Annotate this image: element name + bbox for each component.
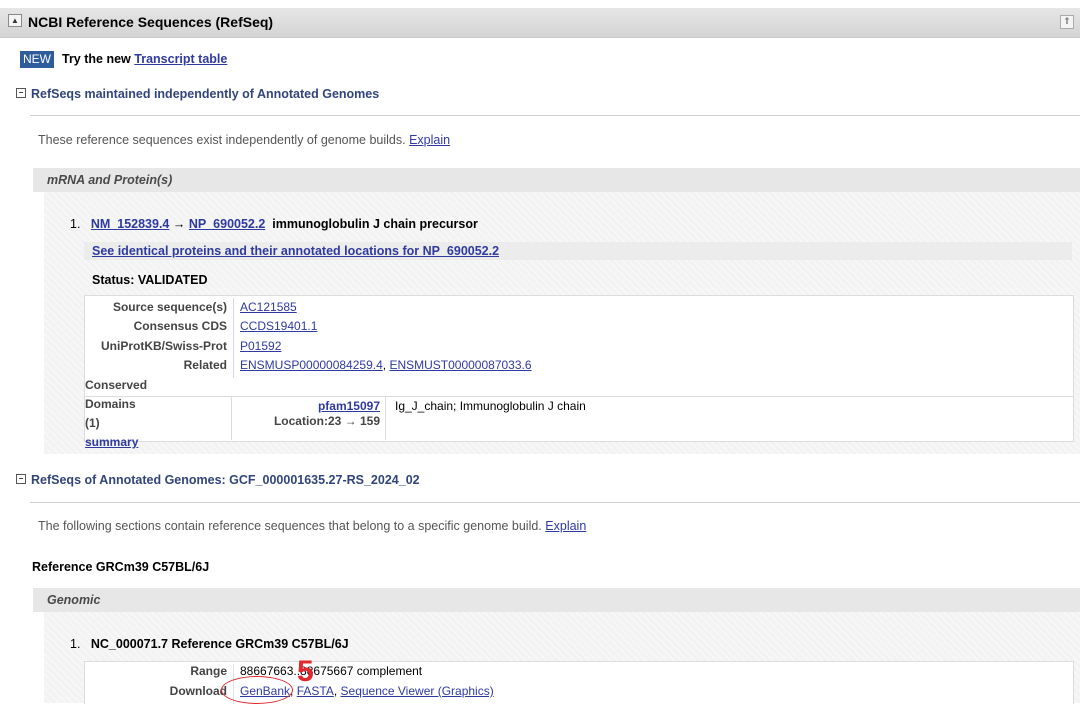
nm-accession-link[interactable]: NM_152839.4 <box>91 217 170 231</box>
row-label: UniProtKB/Swiss-Prot <box>100 339 227 353</box>
domain-cell: pfam15097 Location:23 → 159 <box>233 399 380 429</box>
ccds-link[interactable]: CCDS19401.1 <box>240 319 317 333</box>
ensembl-transcript-link[interactable]: ENSMUST00000087033.6 <box>389 358 531 372</box>
genomic-item-title: 1. NC_000071.7 Reference GRCm39 C57BL/6J <box>70 637 349 651</box>
section-description: The following sections contain reference… <box>38 519 586 533</box>
mrna-protein-subheader: mRNA and Protein(s) <box>33 168 1080 192</box>
conserved-domains-label: Conserved Domains (1) summary <box>85 376 147 452</box>
genomic-subheader: Genomic <box>33 588 1080 612</box>
row-label: Related <box>183 358 227 372</box>
section-description: These reference sequences exist independ… <box>38 133 450 147</box>
divider <box>85 396 1073 397</box>
arrow-icon: → <box>172 217 186 231</box>
uniprot-link[interactable]: P01592 <box>240 339 281 353</box>
domain-location: Location:23 → 159 <box>273 414 380 428</box>
domain-description: Ig_J_chain; Immunoglobulin J chain <box>395 399 586 413</box>
new-badge: NEW <box>20 51 54 68</box>
source-sequence-link[interactable]: AC121585 <box>240 300 297 314</box>
ensembl-protein-link[interactable]: ENSMUSP00000084259.4 <box>240 358 383 372</box>
np-accession-link[interactable]: NP_690052.2 <box>189 217 265 231</box>
scroll-to-top-icon[interactable]: ⇑ <box>1060 15 1074 29</box>
row-label: Range <box>190 664 227 678</box>
genomic-accession: NC_000071.7 Reference GRCm39 C57BL/6J <box>90 637 349 651</box>
collapse-icon[interactable]: ▲ <box>8 14 22 27</box>
section-title: RefSeqs maintained independently of Anno… <box>31 87 380 101</box>
explain-link[interactable]: Explain <box>409 133 450 147</box>
promo-label: Try the new <box>62 52 131 66</box>
identical-proteins-link[interactable]: See identical proteins and their annotat… <box>92 244 499 258</box>
pfam-domain-link[interactable]: pfam15097 <box>318 399 380 413</box>
details-table: Source sequence(s) AC121585 Consensus CD… <box>84 295 1074 449</box>
explain-link[interactable]: Explain <box>545 519 586 533</box>
transcript-table-link[interactable]: Transcript table <box>134 52 227 66</box>
item-number: 1. <box>70 217 81 231</box>
item-number: 1. <box>70 637 81 651</box>
section-independent-header[interactable]: − RefSeqs maintained independently of Ann… <box>16 87 379 101</box>
row-label: Source sequence(s) <box>112 300 227 314</box>
column-separator <box>385 396 386 440</box>
reference-assembly-title: Reference GRCm39 C57BL/6J <box>32 560 210 574</box>
divider <box>30 115 1080 116</box>
sequence-viewer-link[interactable]: Sequence Viewer (Graphics) <box>341 684 494 698</box>
conserved-summary-link[interactable]: summary <box>85 435 138 449</box>
description-text: These reference sequences exist independ… <box>38 133 406 147</box>
panel-title: NCBI Reference Sequences (RefSeq) <box>28 14 274 30</box>
row-label: Consensus CDS <box>133 319 227 333</box>
refseq-panel-header[interactable]: ▲ NCBI Reference Sequences (RefSeq) ⇑ <box>0 8 1080 38</box>
annotation-circle <box>221 676 293 704</box>
section-toggle-icon[interactable]: − <box>16 474 26 484</box>
status-label: Status: VALIDATED <box>92 273 208 287</box>
annotation-number: 5 <box>297 655 314 688</box>
row-label: Download <box>169 684 227 698</box>
column-separator <box>233 298 234 378</box>
promo-text: Try the new Transcript table <box>62 52 227 66</box>
column-separator <box>231 396 232 440</box>
conserved-domains-count: Conserved Domains (1) <box>85 378 148 430</box>
divider <box>30 502 1080 503</box>
refseq-item-title: 1. NM_152839.4 → NP_690052.2 immunoglobu… <box>70 217 478 231</box>
section-toggle-icon[interactable]: − <box>16 88 26 98</box>
protein-name: immunoglobulin J chain precursor <box>272 217 478 231</box>
section-title: RefSeqs of Annotated Genomes: GCF_000001… <box>31 473 420 487</box>
description-text: The following sections contain reference… <box>38 519 542 533</box>
section-annotated-header[interactable]: − RefSeqs of Annotated Genomes: GCF_00000… <box>16 473 420 487</box>
